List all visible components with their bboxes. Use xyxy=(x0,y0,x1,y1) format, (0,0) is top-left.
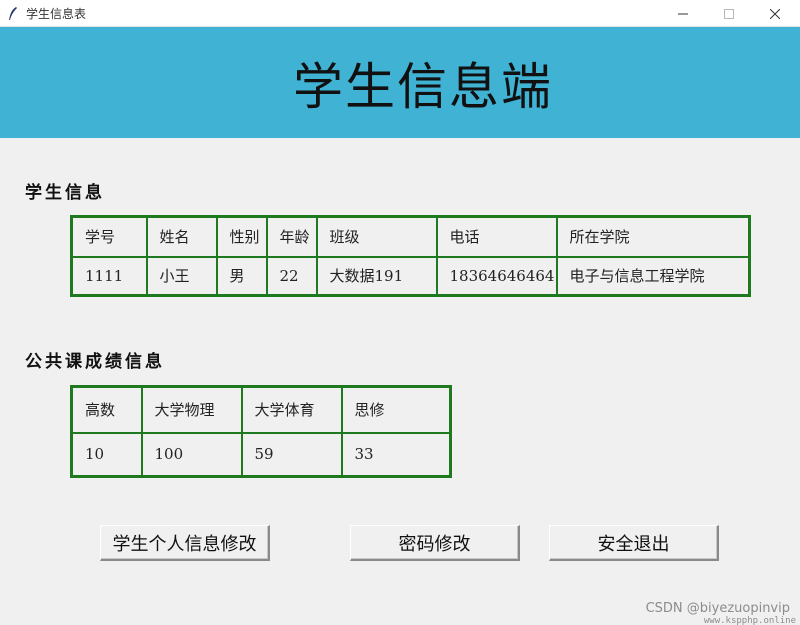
header-cell: 姓名 xyxy=(145,215,218,258)
table-cell: 10 xyxy=(70,431,143,478)
table-cell: 33 xyxy=(340,431,452,478)
minimize-icon xyxy=(678,13,688,14)
header-cell: 大学体育 xyxy=(240,385,343,434)
header-cell: 高数 xyxy=(70,385,143,434)
table-row: 1111 小王 男 22 大数据191 18364646464 电子与信息工程学… xyxy=(70,255,751,297)
table-cell: 100 xyxy=(140,431,243,478)
student-info-table: 学号 姓名 性别 年龄 班级 电话 所在学院 1111 小王 男 22 大数据1… xyxy=(70,215,751,297)
student-info-label: 学生信息 xyxy=(25,183,105,203)
watermark-text: CSDN @biyezuopinvip xyxy=(645,601,790,616)
window-title: 学生信息表 xyxy=(26,7,87,21)
header-cell: 学号 xyxy=(70,215,148,258)
logout-button[interactable]: 安全退出 xyxy=(549,525,719,561)
table-cell: 男 xyxy=(215,255,268,297)
maximize-icon xyxy=(724,8,734,19)
scores-table: 高数 大学物理 大学体育 思修 10 100 59 33 xyxy=(70,385,452,478)
scores-label: 公共课成绩信息 xyxy=(25,352,165,372)
header-cell: 年龄 xyxy=(265,215,318,258)
table-cell: 18364646464 xyxy=(435,255,558,297)
table-cell: 22 xyxy=(265,255,318,297)
table-cell: 大数据191 xyxy=(315,255,438,297)
table-cell: 59 xyxy=(240,431,343,478)
table-cell: 电子与信息工程学院 xyxy=(555,255,751,297)
header-cell: 电话 xyxy=(435,215,558,258)
table-header-row: 高数 大学物理 大学体育 思修 xyxy=(70,385,452,434)
table-header-row: 学号 姓名 性别 年龄 班级 电话 所在学院 xyxy=(70,215,751,258)
header-cell: 班级 xyxy=(315,215,438,258)
table-cell: 小王 xyxy=(145,255,218,297)
close-button[interactable] xyxy=(752,0,798,27)
table-cell: 1111 xyxy=(70,255,148,297)
watermark-url: www.kspphp.online xyxy=(703,616,796,625)
minimize-button[interactable] xyxy=(660,0,706,27)
header-cell: 所在学院 xyxy=(555,215,751,258)
header-cell: 性别 xyxy=(215,215,268,258)
maximize-button[interactable] xyxy=(706,0,752,27)
edit-info-button[interactable]: 学生个人信息修改 xyxy=(100,525,270,561)
header-cell: 思修 xyxy=(340,385,452,434)
header-cell: 大学物理 xyxy=(140,385,243,434)
page-title: 学生信息端 xyxy=(293,57,553,116)
table-row: 10 100 59 33 xyxy=(70,431,452,478)
feather-icon xyxy=(8,6,18,20)
close-icon xyxy=(770,8,780,19)
change-password-button[interactable]: 密码修改 xyxy=(350,525,520,561)
window-titlebar: 学生信息表 xyxy=(0,0,800,27)
